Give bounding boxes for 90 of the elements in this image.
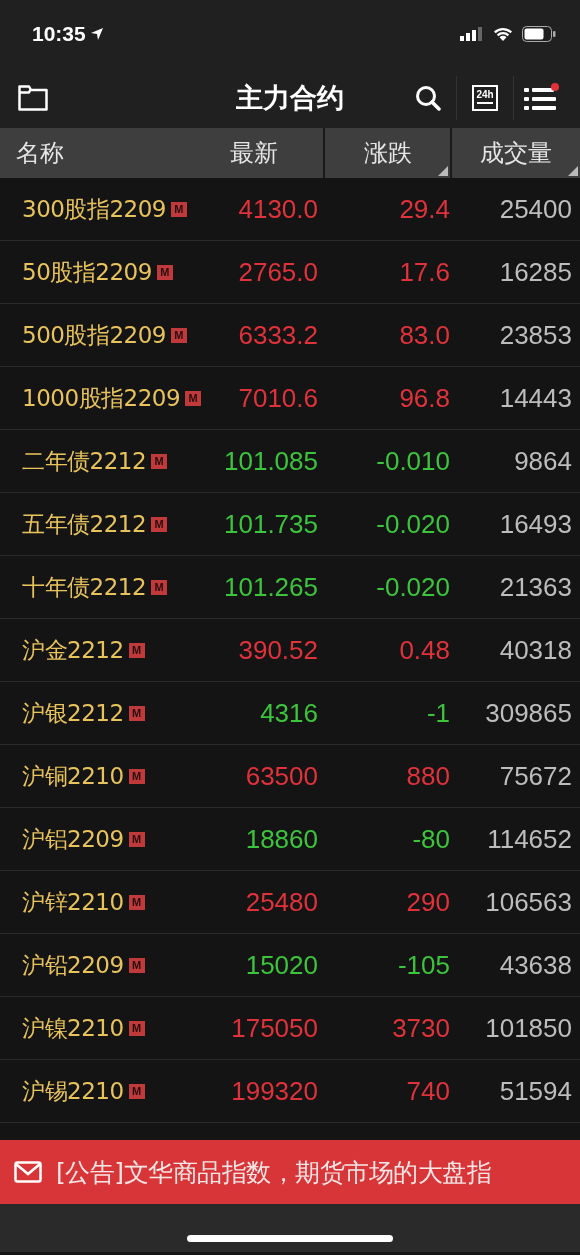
price-change: 96.8 [398, 382, 450, 414]
battery-icon [522, 26, 556, 42]
clock-24h-button[interactable]: 24h [472, 85, 498, 111]
volume: 16285 [498, 256, 572, 288]
price-change: -0.020 [375, 508, 450, 540]
volume: 16493 [498, 508, 572, 540]
latest-price: 4130.0 [237, 193, 318, 225]
latest-price: 2765.0 [237, 256, 318, 288]
latest-price: 6333.2 [237, 319, 318, 351]
volume: 9864 [513, 445, 572, 477]
main-contract-badge: M [151, 516, 168, 532]
latest-price: 101.735 [223, 508, 318, 540]
price-change: 17.6 [398, 256, 450, 288]
price-change: 880 [405, 760, 450, 792]
contract-name: 300股指2209 [22, 194, 166, 224]
contract-name: 沪铅2209 [22, 950, 124, 980]
volume: 40318 [498, 634, 572, 666]
volume: 23853 [498, 319, 572, 351]
latest-price: 175050 [230, 1012, 318, 1044]
price-change: -105 [396, 949, 450, 981]
price-change: 29.4 [398, 193, 450, 225]
price-change: -0.010 [375, 445, 450, 477]
contract-name: 沪铝2209 [22, 824, 124, 854]
latest-price: 199320 [230, 1075, 318, 1107]
contract-name: 1000股指2209 [22, 383, 181, 413]
contract-name: 沪镍2210 [22, 1013, 124, 1043]
notice-banner[interactable]: [公告]文华商品指数，期货市场的大盘指 [0, 1140, 580, 1204]
volume: 51594 [498, 1075, 572, 1107]
main-contract-badge: M [185, 390, 202, 406]
main-contract-badge: M [128, 1020, 145, 1036]
folder-icon[interactable] [18, 85, 48, 111]
price-change: 290 [405, 886, 450, 918]
price-change: 3730 [391, 1012, 450, 1044]
contract-name: 沪金2212 [22, 635, 124, 665]
column-header[interactable]: 名称 [16, 137, 64, 169]
main-contract-badge: M [128, 768, 145, 784]
volume: 309865 [484, 697, 572, 729]
page-title: 主力合约 [236, 81, 344, 115]
menu-icon[interactable] [524, 83, 560, 113]
contract-name: 二年债2212 [22, 446, 147, 476]
latest-price: 101.085 [223, 445, 318, 477]
latest-price: 7010.6 [237, 382, 318, 414]
volume: 75672 [498, 760, 572, 792]
latest-price: 390.52 [237, 634, 318, 666]
price-change: 740 [405, 1075, 450, 1107]
main-contract-badge: M [170, 327, 187, 343]
main-contract-badge: M [156, 264, 173, 280]
main-contract-badge: M [128, 894, 145, 910]
main-contract-badge: M [128, 1083, 145, 1099]
contract-name: 500股指2209 [22, 320, 166, 350]
volume: 101850 [484, 1012, 572, 1044]
contract-name: 沪铜2210 [22, 761, 124, 791]
main-contract-badge: M [128, 642, 145, 658]
latest-price: 4316 [259, 697, 318, 729]
price-change: 83.0 [398, 319, 450, 351]
latest-price: 25480 [244, 886, 318, 918]
main-contract-badge: M [128, 705, 145, 721]
main-contract-badge: M [128, 831, 145, 847]
volume: 14443 [498, 382, 572, 414]
signal-icon [460, 27, 484, 41]
contract-name: 沪银2212 [22, 698, 124, 728]
contract-name: 五年债2212 [22, 509, 147, 539]
volume: 106563 [484, 886, 572, 918]
main-contract-badge: M [170, 201, 187, 217]
main-contract-badge: M [151, 579, 168, 595]
volume: 21363 [498, 571, 572, 603]
latest-price: 15020 [244, 949, 318, 981]
volume: 114652 [486, 823, 572, 855]
wifi-icon [492, 26, 514, 42]
latest-price: 101.265 [223, 571, 318, 603]
column-header[interactable]: 最新 [230, 137, 278, 169]
contract-name: 沪锌2210 [22, 887, 124, 917]
price-change: 0.48 [398, 634, 450, 666]
status-time: 10:35 [32, 22, 86, 46]
volume: 25400 [498, 193, 572, 225]
contract-name: 十年债2212 [22, 572, 147, 602]
volume: 43638 [498, 949, 572, 981]
main-contract-badge: M [128, 957, 145, 973]
contract-name: 50股指2209 [22, 257, 152, 287]
latest-price: 63500 [244, 760, 318, 792]
contract-name: 沪锡2210 [22, 1076, 124, 1106]
price-change: -0.020 [375, 571, 450, 603]
price-change: -80 [411, 823, 450, 855]
search-icon[interactable] [415, 85, 441, 111]
notice-text: [公告]文华商品指数，期货市场的大盘指 [56, 1156, 491, 1189]
latest-price: 18860 [244, 823, 318, 855]
location-arrow-icon [89, 27, 104, 41]
mail-icon [14, 1161, 42, 1183]
main-contract-badge: M [151, 453, 168, 469]
price-change: -1 [425, 697, 450, 729]
